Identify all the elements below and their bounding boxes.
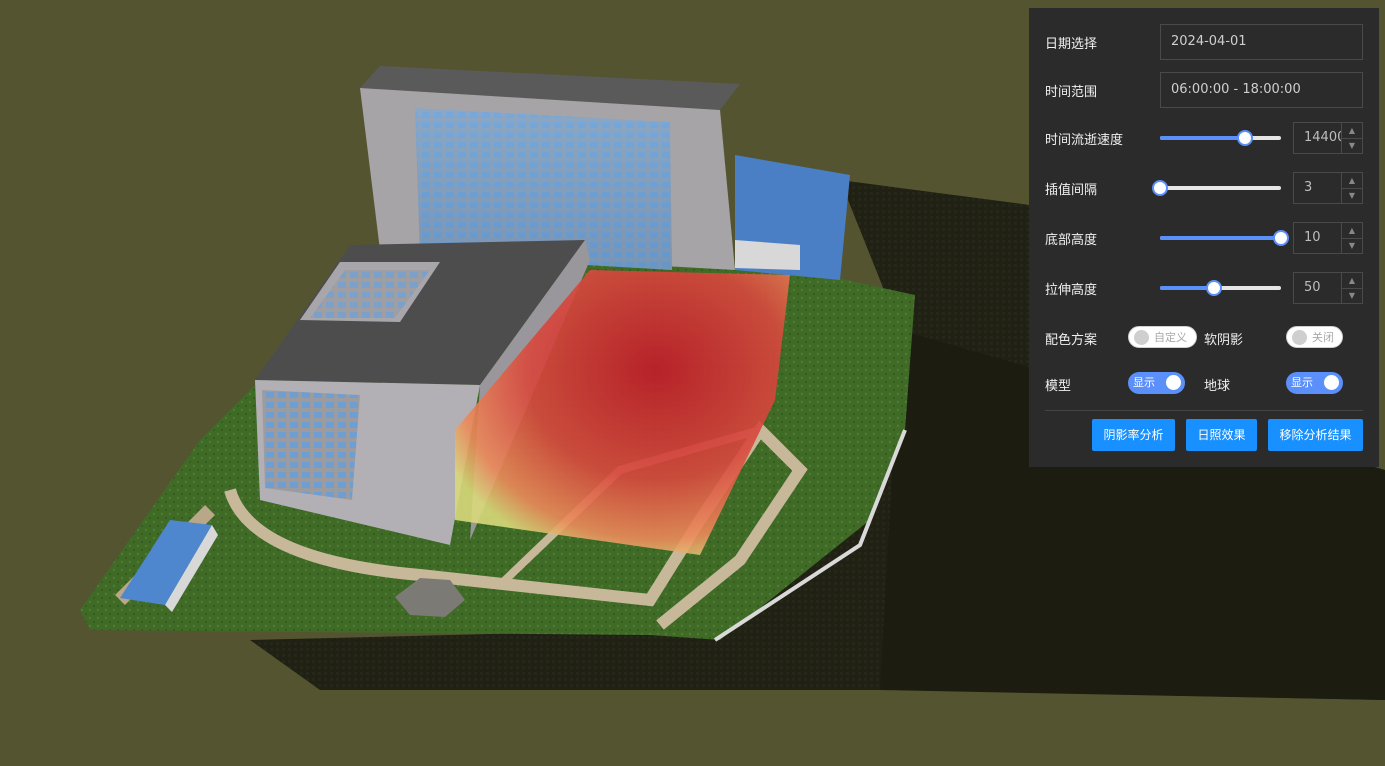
color-scheme-toggle-text: 自定义 [1154, 331, 1187, 344]
interval-slider-handle[interactable] [1152, 180, 1168, 196]
chevron-up-icon[interactable]: ▲ [1342, 173, 1362, 189]
model-toggle-text: 显示 [1133, 376, 1155, 389]
interval-value: 3 [1304, 180, 1313, 195]
remove-results-button[interactable]: 移除分析结果 [1268, 419, 1363, 451]
interval-number-input[interactable]: 3 ▲ ▼ [1293, 172, 1363, 204]
speed-slider-handle[interactable] [1236, 130, 1253, 146]
toggle-knob [1166, 375, 1181, 390]
chevron-up-icon[interactable]: ▲ [1342, 123, 1362, 139]
chevron-down-icon[interactable]: ▼ [1342, 238, 1362, 253]
chevron-up-icon[interactable]: ▲ [1342, 273, 1362, 289]
stretch-height-slider-handle[interactable] [1206, 280, 1223, 296]
chevron-down-icon[interactable]: ▼ [1342, 188, 1362, 203]
time-range-label: 时间范围 [1045, 85, 1098, 100]
color-scheme-label: 配色方案 [1045, 333, 1098, 348]
speed-number-input[interactable]: 14400 ▲ ▼ [1293, 122, 1363, 154]
chevron-up-icon[interactable]: ▲ [1342, 223, 1362, 239]
shadow-rate-analysis-button[interactable]: 阴影率分析 [1092, 419, 1175, 451]
base-height-slider[interactable] [1160, 230, 1289, 246]
date-label: 日期选择 [1045, 37, 1098, 52]
sunlight-effect-button[interactable]: 日照效果 [1186, 419, 1257, 451]
soft-shadow-toggle[interactable]: 关闭 [1286, 326, 1343, 348]
stretch-height-slider[interactable] [1160, 280, 1281, 296]
chevron-down-icon[interactable]: ▼ [1342, 138, 1362, 153]
interval-label: 插值间隔 [1045, 183, 1098, 198]
globe-toggle-text: 显示 [1291, 376, 1313, 389]
color-scheme-toggle[interactable]: 自定义 [1128, 326, 1197, 348]
speed-slider[interactable] [1160, 130, 1281, 146]
base-height-value: 10 [1304, 230, 1321, 245]
panel-divider [1045, 410, 1363, 411]
base-height-number-input[interactable]: 10 ▲ ▼ [1293, 222, 1363, 254]
stretch-height-number-input[interactable]: 50 ▲ ▼ [1293, 272, 1363, 304]
model-label: 模型 [1045, 379, 1072, 394]
base-height-slider-handle[interactable] [1273, 230, 1289, 246]
speed-label: 时间流逝速度 [1045, 133, 1124, 148]
globe-label: 地球 [1204, 379, 1231, 394]
chevron-down-icon[interactable]: ▼ [1342, 288, 1362, 303]
globe-toggle[interactable]: 显示 [1286, 372, 1343, 394]
toggle-knob [1134, 330, 1149, 345]
speed-value: 14400 [1304, 130, 1346, 145]
stretch-height-value: 50 [1304, 280, 1321, 295]
date-picker-input[interactable]: 2024-04-01 [1160, 24, 1363, 60]
toggle-knob [1292, 330, 1307, 345]
soft-shadow-label: 软阴影 [1204, 333, 1244, 348]
soft-shadow-toggle-text: 关闭 [1312, 331, 1334, 344]
time-range-input[interactable]: 06:00:00 - 18:00:00 [1160, 72, 1363, 108]
stretch-height-label: 拉伸高度 [1045, 283, 1098, 298]
model-toggle[interactable]: 显示 [1128, 372, 1185, 394]
base-height-label: 底部高度 [1045, 233, 1098, 248]
interval-slider[interactable] [1152, 180, 1281, 196]
sunlight-analysis-panel: 日期选择 2024-04-01 时间范围 06:00:00 - 18:00:00… [1029, 8, 1379, 467]
toggle-knob [1324, 375, 1339, 390]
